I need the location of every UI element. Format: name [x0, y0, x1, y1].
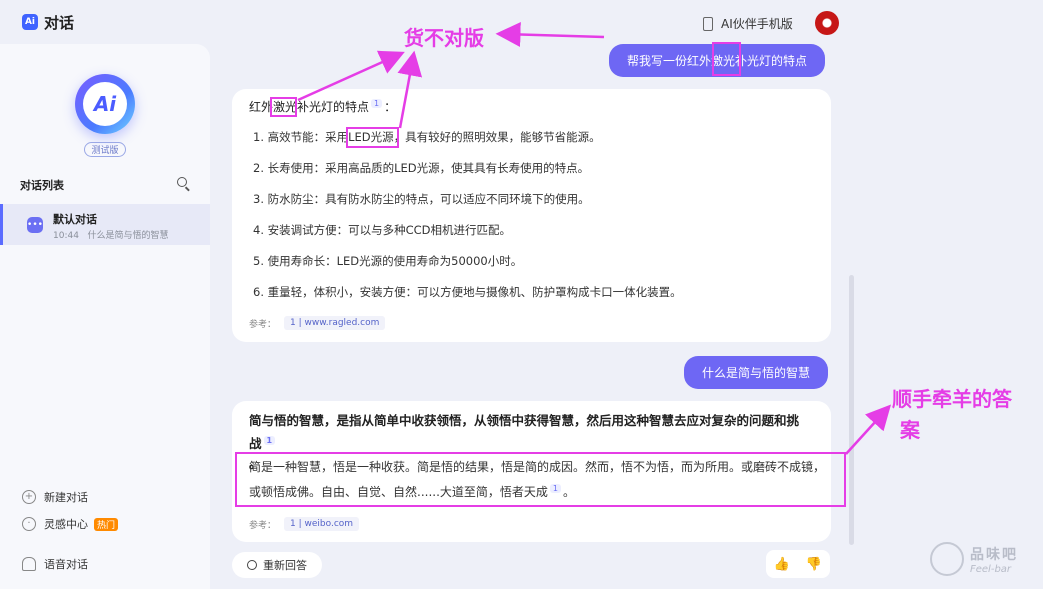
watermark-cn: 品味吧 [970, 546, 1018, 563]
plus-icon: + [22, 490, 36, 504]
inspiration-center-label: 灵感中心 [44, 518, 88, 531]
answer-1-point: 6. 重量轻，体积小，安装方便：可以方便地与摄像机、防护罩构成卡口一体化装置。 [253, 285, 682, 299]
citation-marker[interactable]: 1 [371, 99, 383, 108]
reference-index: 1 [290, 519, 296, 529]
watermark-en: Feel-bar [970, 563, 1012, 575]
avatar[interactable] [815, 11, 839, 35]
feedback-group: 👍 👎 [766, 550, 830, 578]
answer-1-intro-text: 红外激光补光灯的特点 [249, 100, 370, 114]
reference-chip[interactable]: 1 | www.ragled.com [284, 316, 386, 330]
brand: Ai 对话 [22, 12, 74, 33]
highlight-box [235, 452, 846, 507]
user-message-2: 什么是简与悟的智慧 [684, 356, 829, 389]
beta-badge: 测试版 [84, 142, 126, 157]
page-title: 对话 [44, 13, 75, 32]
answer-1-references: 参考： 1 | www.ragled.com [249, 316, 386, 330]
answer-1-point: 1. 高效节能：采用LED光源，具有较好的照明效果，能够节省能源。 [253, 130, 601, 144]
conversation-time: 10:44 [53, 231, 79, 241]
brand-logo-icon: Ai [22, 14, 38, 30]
inspiration-center-button[interactable]: · 灵感中心 热门 [22, 516, 119, 532]
ai-logo-text: Ai [83, 82, 127, 126]
headphone-icon [22, 557, 36, 571]
conversation-preview: 什么是简与悟的智慧 [87, 231, 169, 241]
conversation-name: 默认对话 [53, 213, 97, 226]
bulb-icon: · [22, 517, 36, 531]
citation-marker[interactable]: 1 [263, 436, 276, 445]
answer-1-intro-tail: ： [384, 100, 397, 114]
annotation-label: 案 [900, 418, 920, 442]
reference-index: 1 [290, 318, 296, 328]
sidebar: Ai 测试版 对话列表 ••• 默认对话 10:44 什么是简与悟的智慧 + 新… [0, 44, 210, 589]
new-conversation-label: 新建对话 [44, 491, 88, 504]
highlight-box [712, 42, 741, 76]
voice-chat-button[interactable]: 语音对话 [22, 556, 88, 572]
top-bar: Ai 对话 [0, 0, 1043, 44]
reference-site: www.ragled.com [304, 318, 380, 328]
annotation-label: 顺手牵羊的答 [892, 387, 1012, 411]
mobile-link-label: AI伙伴手机版 [721, 17, 793, 31]
annotation-label: 货不对版 [404, 26, 484, 50]
answer-2-title-text: 简与悟的智慧，是指从简单中收获领悟，从领悟中获得智慧，然后用这种智慧去应对复杂的… [249, 413, 800, 452]
scrollbar[interactable] [849, 275, 854, 545]
watermark: 品味吧 Feel-bar [930, 542, 1018, 576]
thumbs-down-icon[interactable]: 👎 [806, 557, 822, 572]
reference-site: weibo.com [304, 519, 354, 529]
answer-1-point: 5. 使用寿命长：LED光源的使用寿命为50000小时。 [253, 254, 523, 268]
ai-logo-icon: Ai [75, 74, 135, 134]
answer-2-references: 参考： 1 | weibo.com [249, 517, 360, 531]
reference-label: 参考： [249, 319, 277, 330]
answer-1-point: 4. 安装调试方便：可以与多种CCD相机进行匹配。 [253, 223, 512, 237]
hot-badge: 热门 [94, 517, 119, 531]
conversation-meta: 10:44 什么是简与悟的智慧 [53, 228, 169, 241]
answer-1-point: 2. 长寿使用：采用高品质的LED光源，使其具有长寿使用的特点。 [253, 161, 590, 175]
thumbs-up-icon[interactable]: 👍 [774, 557, 790, 572]
answer-card-1: 红外激光补光灯的特点 1： 1. 高效节能：采用LED光源，具有较好的照明效果，能… [232, 89, 831, 342]
regenerate-label: 重新回答 [263, 559, 307, 572]
answer-1-point: 3. 防水防尘：具有防水防尘的特点，可以适应不同环境下的使用。 [253, 192, 590, 206]
reference-chip[interactable]: 1 | weibo.com [284, 517, 360, 531]
phone-icon [703, 16, 713, 31]
highlight-box [270, 97, 297, 117]
new-conversation-button[interactable]: + 新建对话 [22, 489, 88, 505]
chat-bubble-icon: ••• [27, 217, 43, 233]
conversation-item[interactable]: ••• 默认对话 10:44 什么是简与悟的智慧 [0, 204, 210, 245]
voice-chat-label: 语音对话 [44, 558, 88, 571]
regenerate-button[interactable]: 重新回答 [232, 552, 322, 578]
conversation-list-title: 对话列表 [20, 179, 64, 192]
search-icon[interactable] [177, 177, 187, 187]
highlight-box [346, 127, 399, 148]
mobile-app-link[interactable]: AI伙伴手机版 [703, 15, 793, 32]
reference-label: 参考： [249, 520, 277, 531]
watermark-logo-icon [930, 542, 964, 576]
refresh-icon [247, 560, 257, 570]
